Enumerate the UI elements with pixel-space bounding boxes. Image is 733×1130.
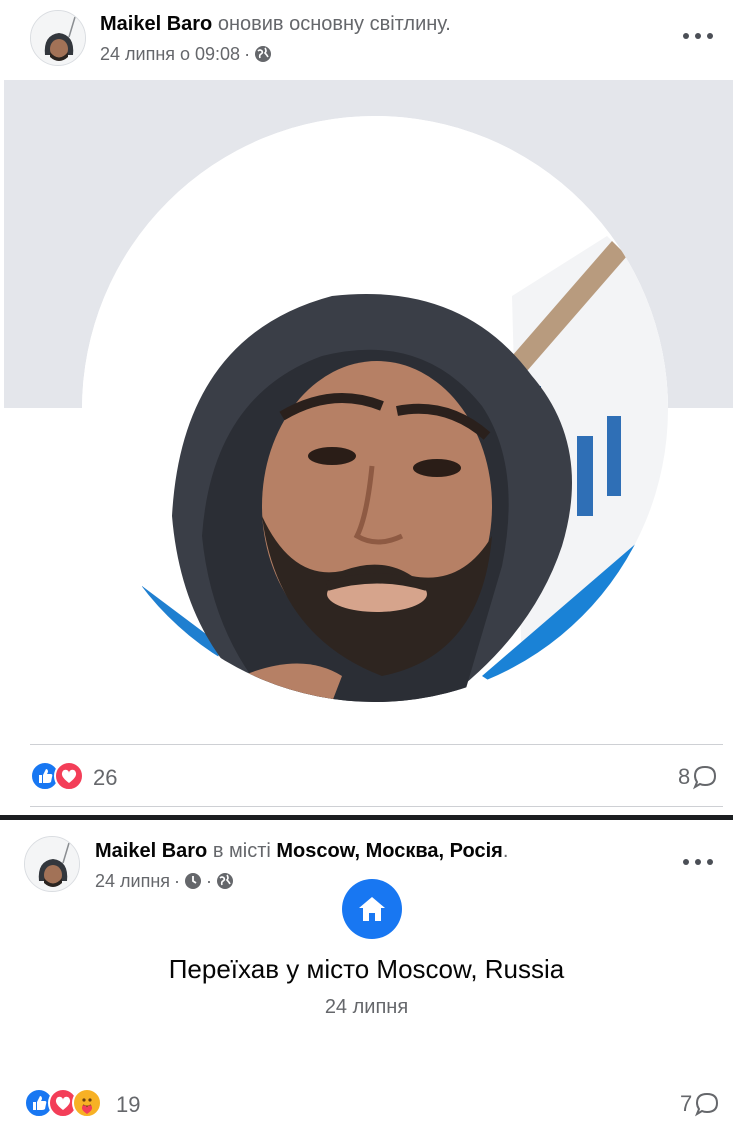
author-name[interactable]: Maikel Baro <box>95 840 207 862</box>
more-dot <box>683 33 689 39</box>
author-name[interactable]: Maikel Baro <box>100 13 212 35</box>
comment-icon <box>694 1091 720 1117</box>
trailing-period: . <box>502 840 509 862</box>
profile-picture[interactable] <box>82 116 668 702</box>
divider <box>30 806 723 807</box>
avatar-image <box>31 11 85 65</box>
more-dot <box>707 859 713 865</box>
avatar[interactable] <box>30 10 86 66</box>
more-options-button[interactable] <box>683 852 713 872</box>
location-link[interactable]: Moscow, Москва, Росія <box>276 840 502 862</box>
avatar[interactable] <box>24 836 80 892</box>
life-event-title: Переїхав у місто Moscow, Russia <box>168 954 565 984</box>
globe-icon[interactable] <box>254 45 272 63</box>
care-icon <box>72 1088 102 1118</box>
profile-picture-post: Maikel Baro оновив основну світлину. 24 … <box>0 0 733 815</box>
post-header-text: Maikel Baro в місті Moscow, Москва, Росі… <box>95 839 508 863</box>
post-timestamp[interactable]: 24 липня <box>95 870 170 892</box>
home-icon <box>342 879 402 939</box>
globe-icon[interactable] <box>216 872 234 890</box>
comment-count[interactable]: 7 <box>680 1091 720 1117</box>
profile-photo-image <box>82 116 668 702</box>
comment-count-number: 8 <box>678 764 691 789</box>
comment-count-number: 7 <box>680 1091 693 1116</box>
meta-separator: · <box>174 871 181 891</box>
divider <box>30 744 723 745</box>
more-dot <box>707 33 713 39</box>
clock-icon <box>184 872 202 890</box>
life-event-post: Maikel Baro в місті Moscow, Москва, Росі… <box>0 820 733 1130</box>
reaction-count[interactable]: 26 <box>93 765 117 791</box>
post-header-text: Maikel Baro оновив основну світлину. <box>100 12 451 36</box>
more-dot <box>683 859 689 865</box>
comment-icon <box>692 764 718 790</box>
more-dot <box>695 33 701 39</box>
post-action-text: оновив основну світлину. <box>217 13 451 35</box>
post-meta: 24 липня о 09:08 · <box>100 43 272 65</box>
life-event-date: 24 липня <box>324 996 409 1018</box>
meta-separator: · <box>244 44 251 64</box>
reaction-count[interactable]: 19 <box>116 1092 140 1118</box>
love-icon <box>54 761 84 791</box>
post-timestamp[interactable]: 24 липня о 09:08 <box>100 43 240 65</box>
location-prefix: в місті <box>212 840 271 862</box>
post-meta: 24 липня · · <box>95 870 234 892</box>
reaction-icons[interactable] <box>24 1088 102 1118</box>
reaction-icons[interactable] <box>30 761 84 791</box>
feed-page: Maikel Baro оновив основну світлину. 24 … <box>0 0 733 1130</box>
more-dot <box>695 859 701 865</box>
meta-separator: · <box>206 871 213 891</box>
more-options-button[interactable] <box>683 26 713 46</box>
avatar-image <box>25 837 79 891</box>
comment-count[interactable]: 8 <box>678 764 718 790</box>
